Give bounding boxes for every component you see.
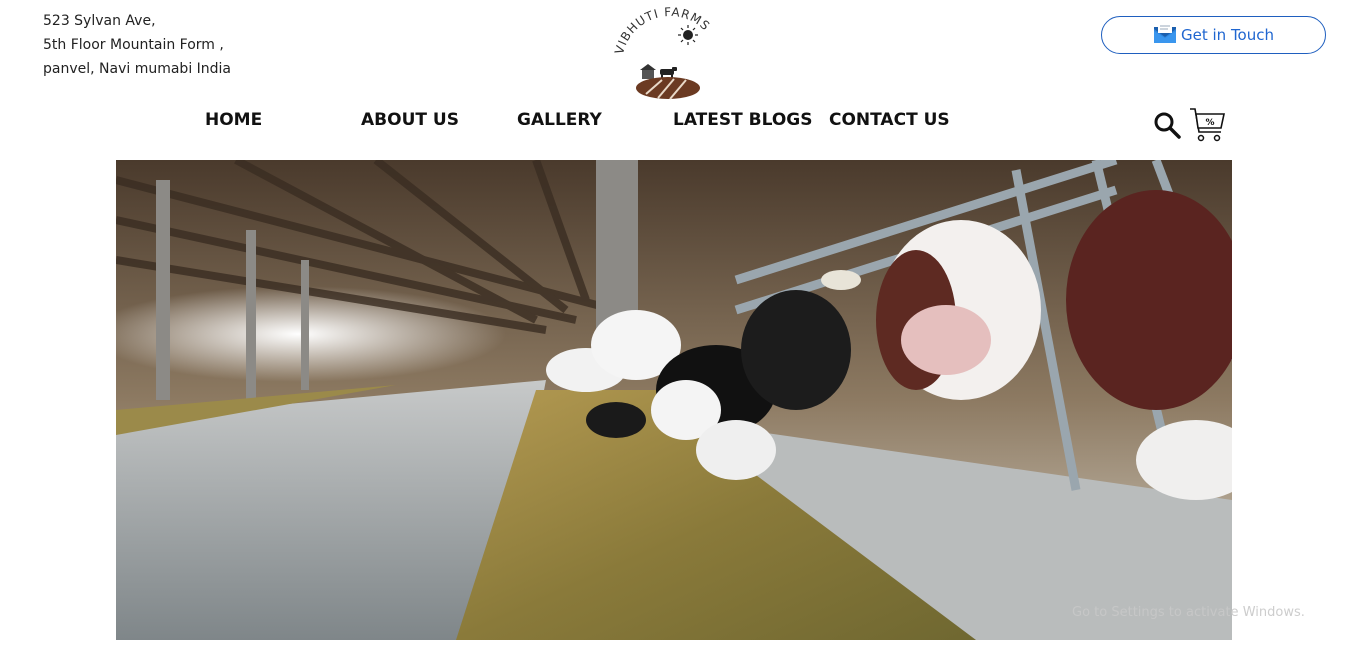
cart-icon[interactable]: % [1187, 106, 1227, 146]
svg-text:VIBHUTI FARMS: VIBHUTI FARMS [612, 5, 713, 56]
search-icon[interactable] [1152, 110, 1182, 140]
nav-gallery[interactable]: GALLERY [517, 110, 602, 130]
main-nav: HOME ABOUT US GALLERY LATEST BLOGS CONTA… [0, 108, 1349, 136]
get-in-touch-label: Get in Touch [1181, 26, 1274, 44]
address-line-2: 5th Floor Mountain Form , [43, 37, 224, 53]
farm-logo[interactable]: VIBHUTI FARMS [606, 2, 734, 102]
address-line-3: panvel, Navi mumabi India [43, 61, 232, 77]
barn-icon [640, 64, 656, 79]
nav-about-us[interactable]: ABOUT US [361, 110, 459, 130]
nav-home[interactable]: HOME [205, 110, 262, 130]
hero-image [116, 160, 1232, 640]
address-line-1: 523 Sylvan Ave, [43, 13, 156, 29]
mail-icon [1153, 22, 1177, 48]
activation-watermark: Go to Settings to activate Windows. [1072, 605, 1305, 620]
nav-latest-blogs[interactable]: LATEST BLOGS [673, 110, 812, 130]
field-icon [636, 77, 700, 100]
nav-contact-us[interactable]: CONTACT US [829, 110, 950, 130]
logo-text: VIBHUTI FARMS [612, 5, 712, 56]
sun-icon [678, 25, 698, 45]
cart-badge: % [1205, 118, 1214, 128]
address-block: 523 Sylvan Ave, 5th Floor Mountain Form … [43, 9, 231, 81]
get-in-touch-button[interactable]: Get in Touch [1101, 16, 1326, 54]
